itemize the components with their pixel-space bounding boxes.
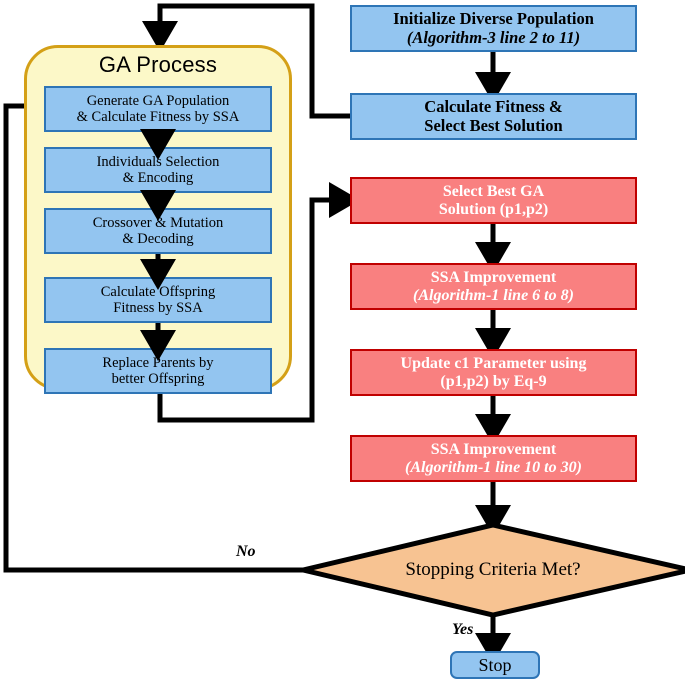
node-stop[interactable]: Stop	[450, 651, 540, 679]
ssa-step-4-line2: (Algorithm-1 line 10 to 30)	[405, 458, 582, 476]
init-step-1-line2: (Algorithm-3 line 2 to 11)	[406, 27, 581, 47]
ga-step-4-line2: Fitness by SSA	[113, 300, 203, 316]
ga-step-4-line1: Calculate Offspring	[100, 283, 216, 300]
decision-yes-label: Yes	[452, 621, 474, 638]
node-update-c1-parameter[interactable]: Update c1 Parameter using (p1,p2) by Eq-…	[350, 349, 637, 396]
ga-step-3-line1: Crossover & Mutation	[92, 214, 224, 231]
node-ssa-improvement-2[interactable]: SSA Improvement (Algorithm-1 line 10 to …	[350, 435, 637, 482]
ssa-step-2-line1: SSA Improvement	[430, 268, 557, 286]
ga-step-1-line2: & Calculate Fitness by SSA	[76, 109, 240, 125]
ssa-step-1-line1: Select Best GA	[442, 182, 545, 200]
init-step-2-line1: Calculate Fitness &	[424, 97, 563, 117]
ga-step-replace-parents[interactable]: Replace Parents by better Offspring	[44, 348, 272, 394]
ssa-step-3-line1: Update c1 Parameter using	[400, 354, 587, 372]
decision-no-label: No	[236, 543, 256, 560]
node-select-best-ga-solution[interactable]: Select Best GA Solution (p1,p2)	[350, 177, 637, 224]
decision-label: Stopping Criteria Met?	[405, 559, 581, 580]
ga-step-2-line1: Individuals Selection	[96, 153, 220, 170]
ga-step-crossover-mutation[interactable]: Crossover & Mutation & Decoding	[44, 208, 272, 254]
node-initialize-population[interactable]: Initialize Diverse Population (Algorithm…	[350, 5, 637, 52]
flowchart-canvas: GA Process Generate GA Population & Calc…	[0, 0, 685, 679]
stop-label: Stop	[478, 654, 512, 675]
ssa-step-3-line2: (p1,p2) by Eq-9	[440, 372, 547, 390]
ga-step-calculate-offspring-fitness[interactable]: Calculate Offspring Fitness by SSA	[44, 277, 272, 323]
ssa-step-1-line2: Solution (p1,p2)	[438, 200, 549, 218]
ga-step-2-line2: & Encoding	[122, 170, 194, 186]
ssa-step-4-line1: SSA Improvement	[430, 440, 557, 458]
ga-step-individuals-selection[interactable]: Individuals Selection & Encoding	[44, 147, 272, 193]
ga-step-3-line2: & Decoding	[122, 231, 194, 247]
node-ssa-improvement-1[interactable]: SSA Improvement (Algorithm-1 line 6 to 8…	[350, 263, 637, 310]
ga-step-5-line1: Replace Parents by	[102, 354, 214, 371]
ga-step-generate-population[interactable]: Generate GA Population & Calculate Fitne…	[44, 86, 272, 132]
init-step-2-line2: Select Best Solution	[424, 115, 563, 135]
ga-step-1-line1: Generate GA Population	[86, 92, 230, 109]
init-step-1-line1: Initialize Diverse Population	[393, 9, 594, 29]
node-calculate-fitness-select-best[interactable]: Calculate Fitness & Select Best Solution	[350, 93, 637, 140]
ssa-step-2-line2: (Algorithm-1 line 6 to 8)	[413, 286, 574, 304]
ga-process-label: GA Process	[98, 52, 218, 77]
ga-step-5-line2: better Offspring	[111, 371, 205, 387]
